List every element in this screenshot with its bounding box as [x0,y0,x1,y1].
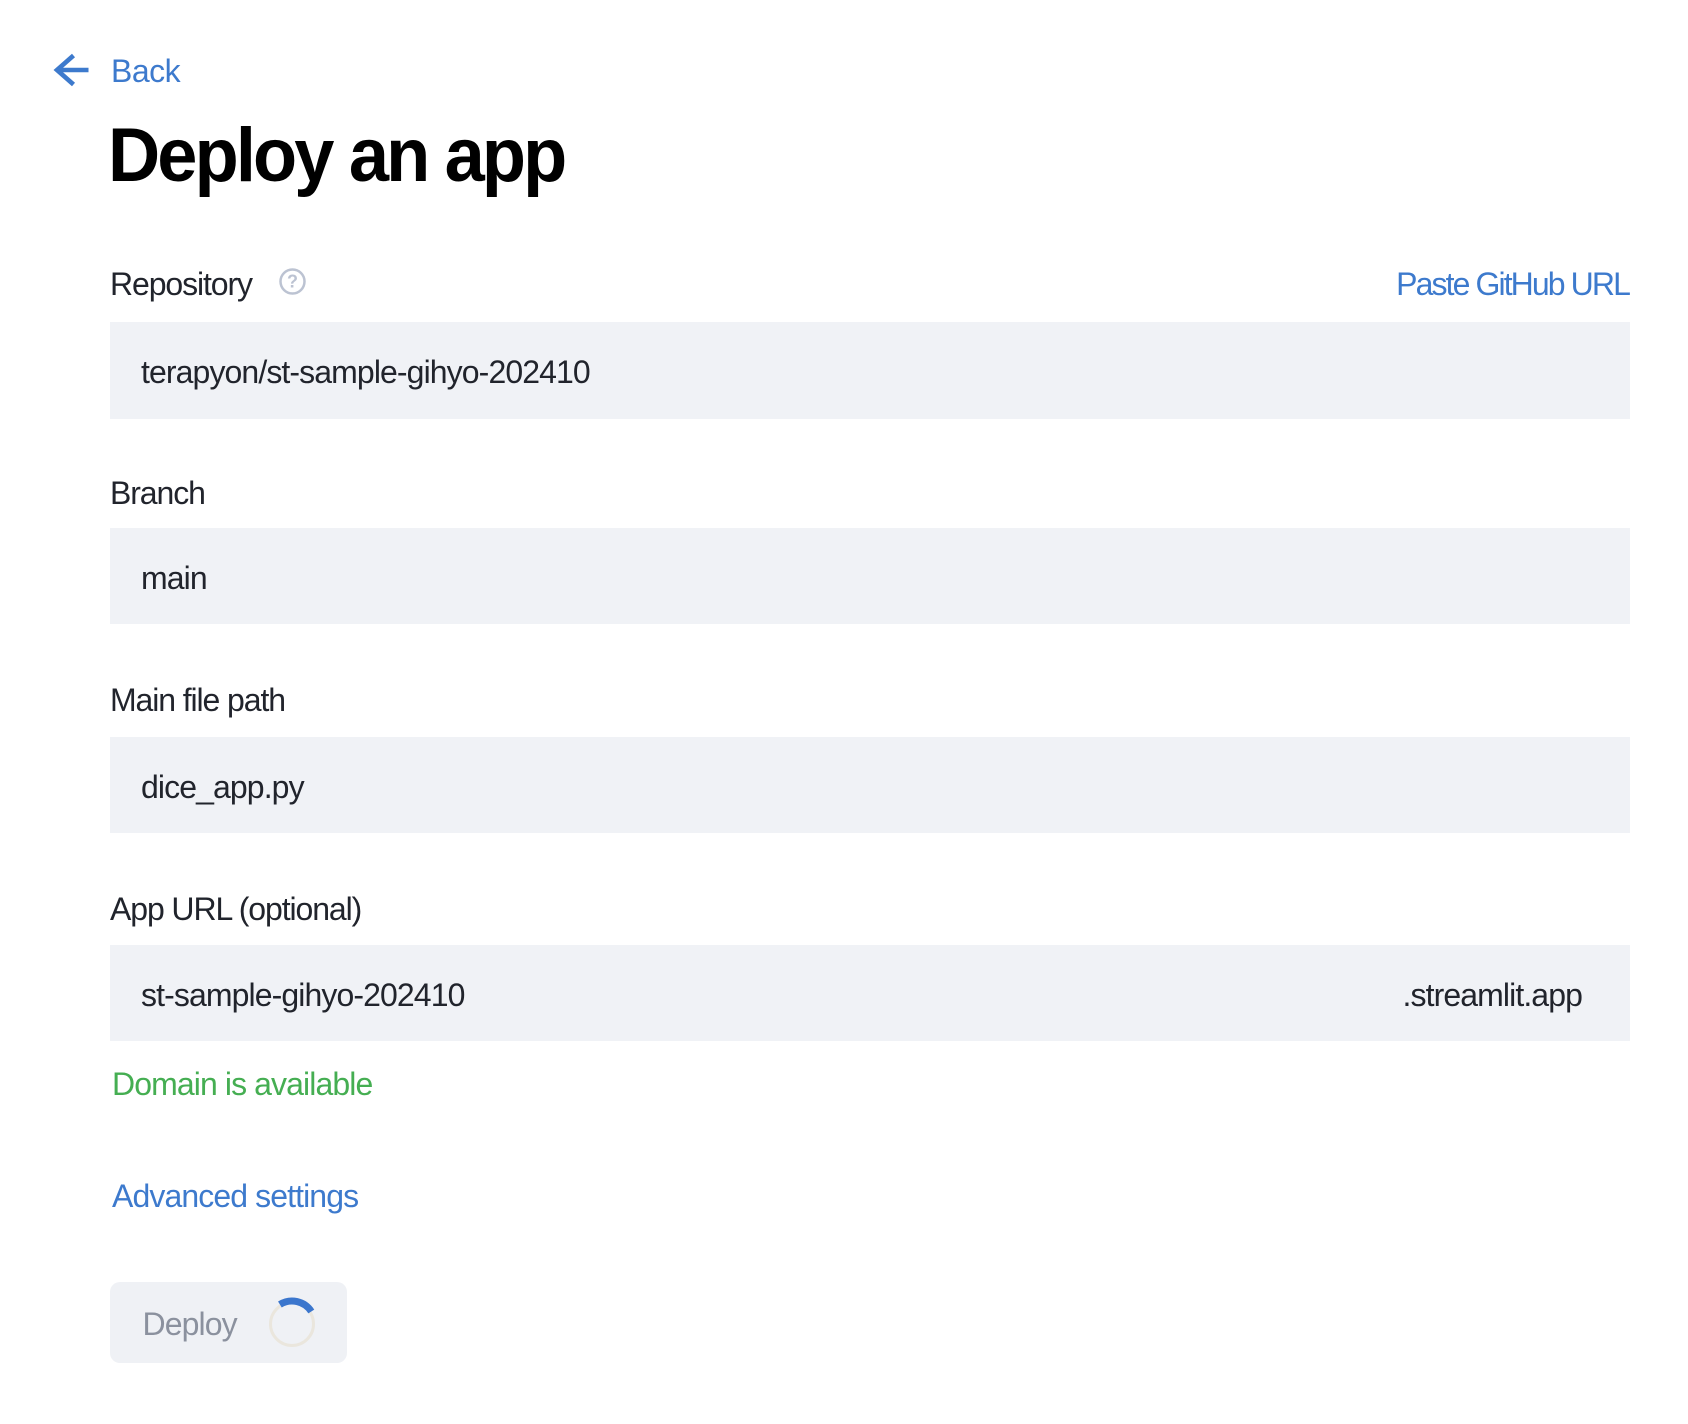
svg-text:?: ? [287,272,298,292]
